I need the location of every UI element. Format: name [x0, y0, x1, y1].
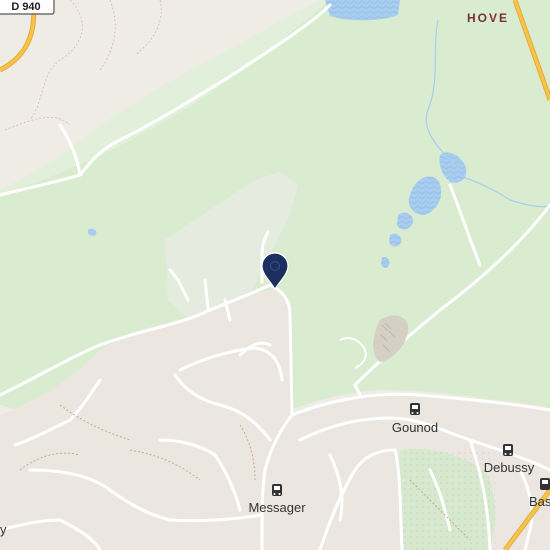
bus-icon: [410, 403, 420, 415]
svg-text:D 940: D 940: [11, 1, 40, 13]
bus-icon: [272, 484, 282, 496]
place-label: HOVE: [467, 11, 509, 25]
park-dots: [400, 450, 495, 550]
bus-stop-label: Messager: [248, 500, 306, 515]
bus-stop-label: Gounod: [392, 420, 438, 435]
road-shield: D 940: [0, 0, 55, 15]
edge-label-fragment: y: [0, 522, 7, 537]
bus-icon: [540, 478, 550, 490]
bus-stop-label: Bas: [529, 494, 550, 509]
map-canvas[interactable]: D 940 HOVE Gounod Debussy Messager Bas y: [0, 0, 550, 550]
bus-stop-label: Debussy: [484, 460, 535, 475]
bus-icon: [503, 444, 513, 456]
